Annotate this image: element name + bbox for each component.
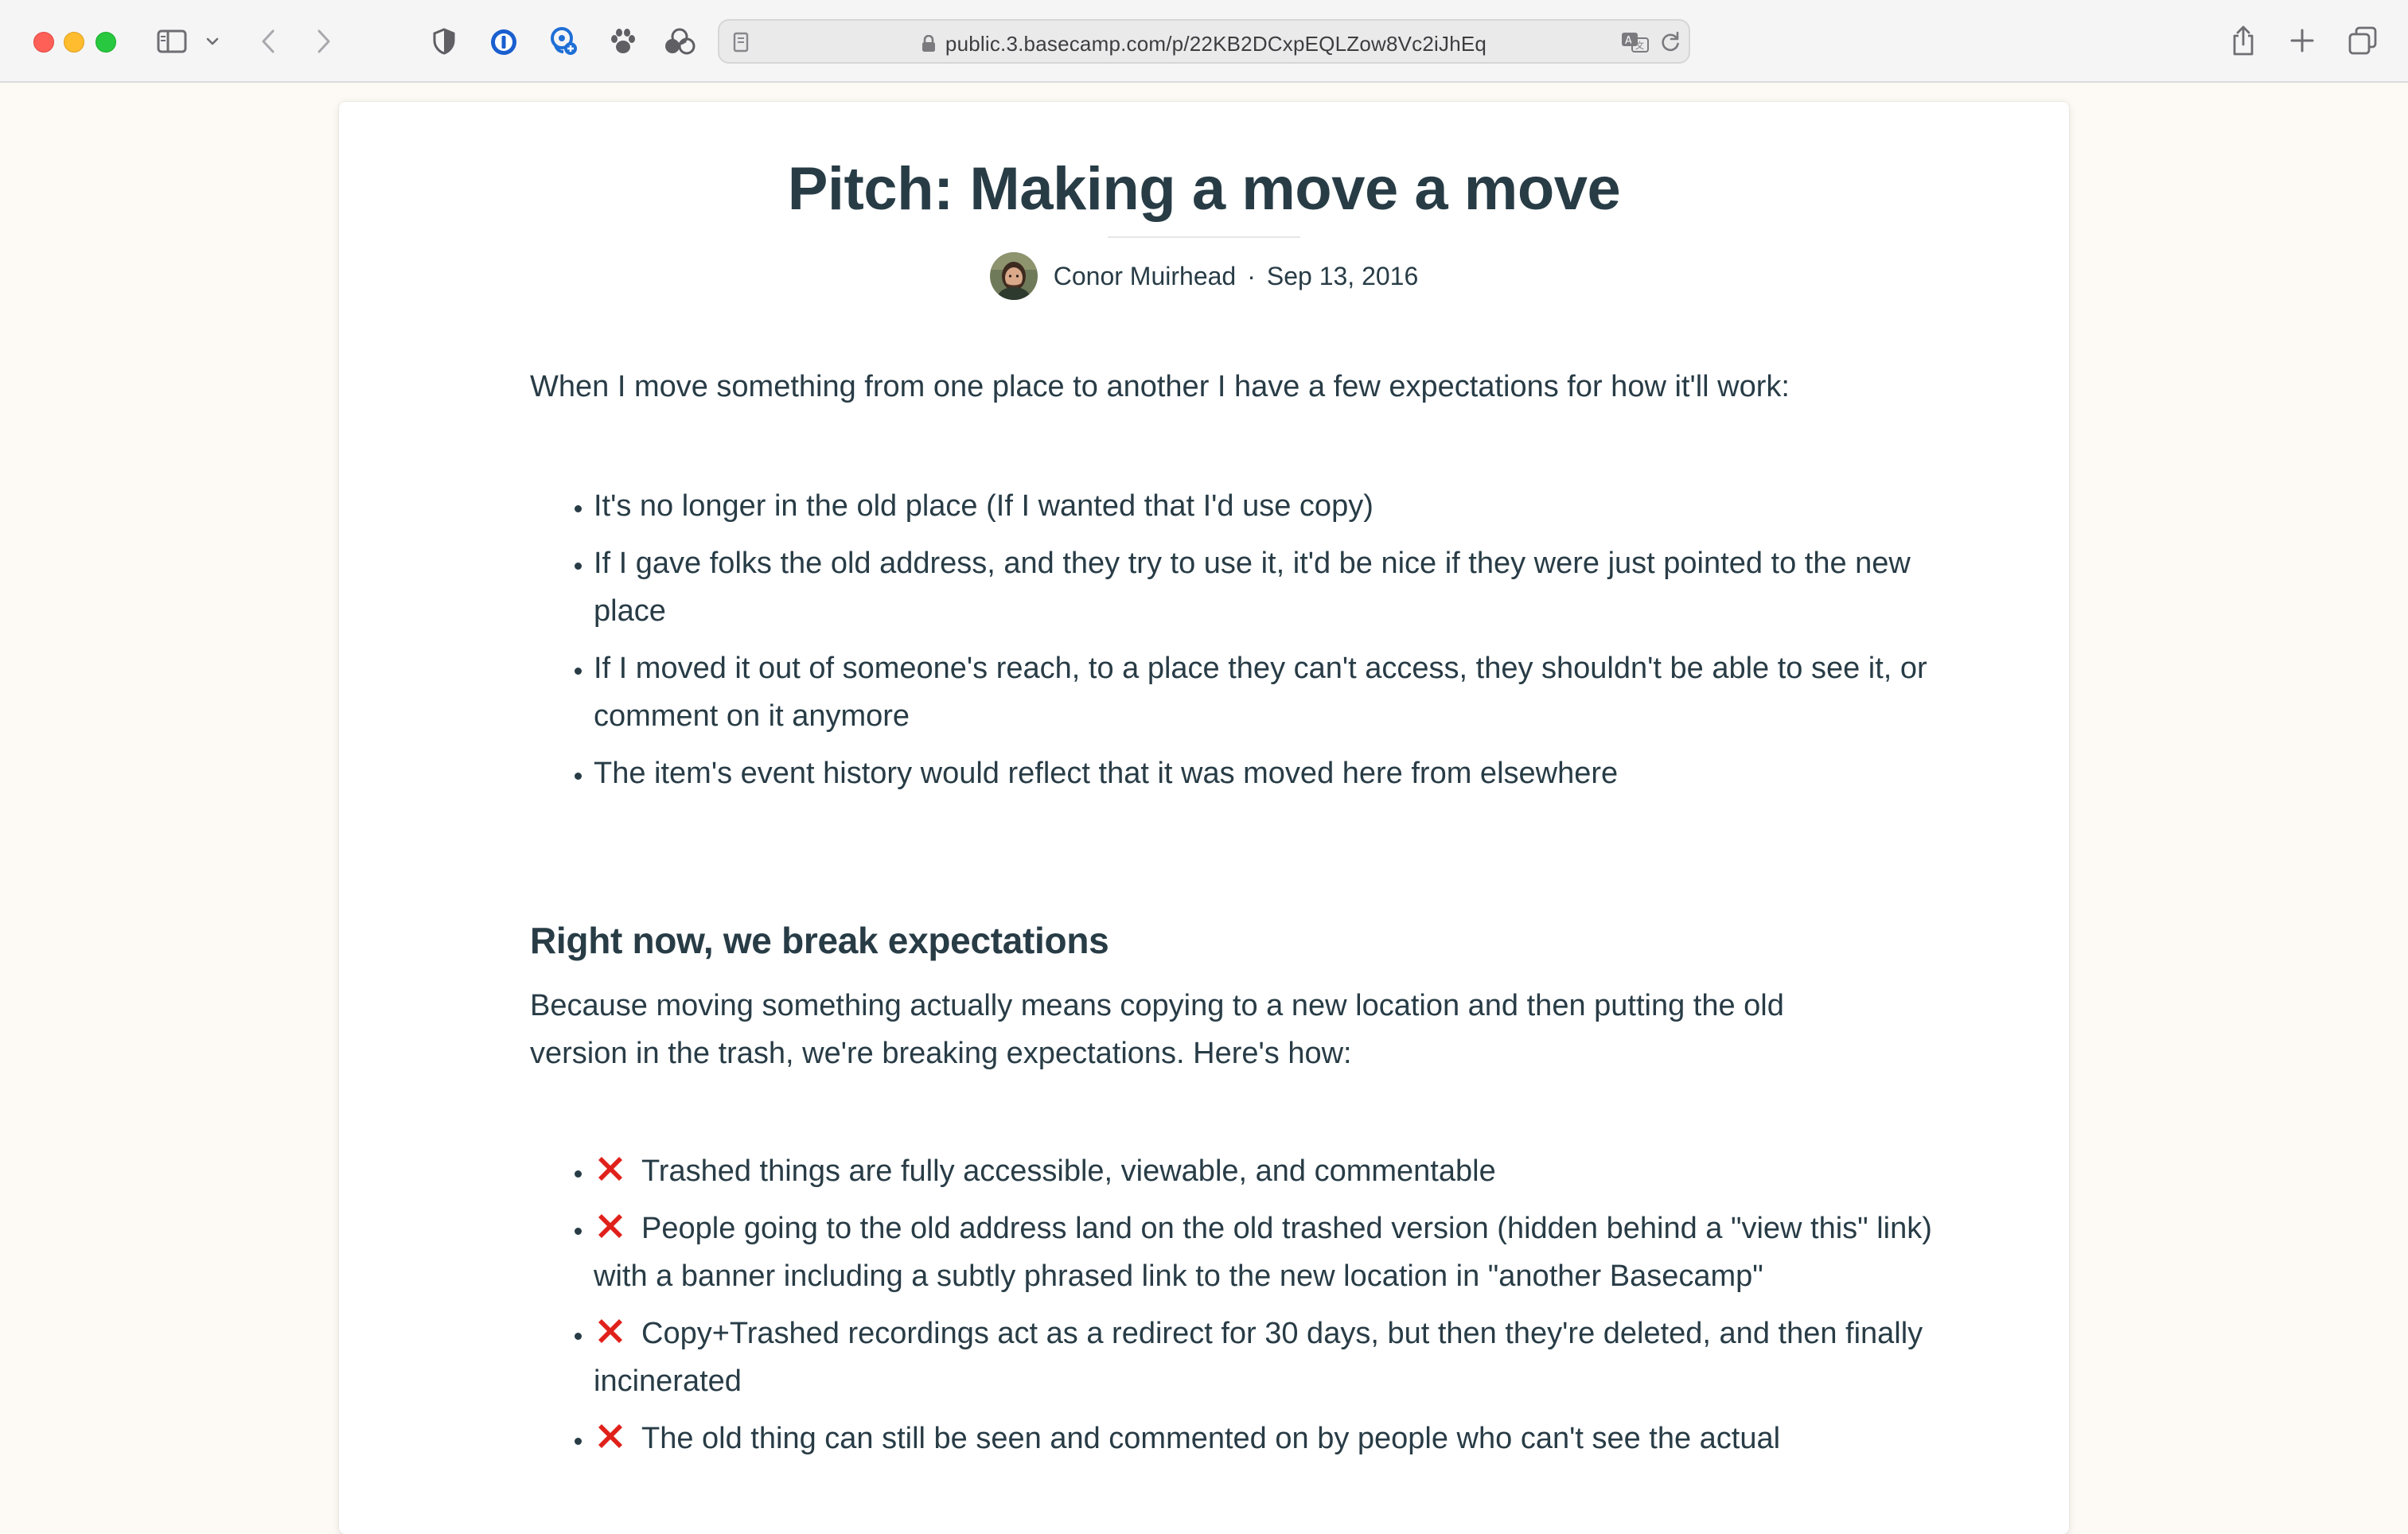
broken-expectations-list: Trashed things are fully accessible, vie… bbox=[530, 1147, 1946, 1472]
cross-mark-icon bbox=[594, 1314, 627, 1348]
extension-icon[interactable] bbox=[547, 25, 579, 57]
lock-icon bbox=[922, 33, 936, 58]
section-paragraph: Because moving something actually means … bbox=[530, 989, 1784, 1070]
new-tab-icon[interactable] bbox=[2289, 27, 2316, 54]
list-item-text: People going to the old address land on … bbox=[594, 1212, 1932, 1293]
cross-mark-icon bbox=[594, 1419, 627, 1453]
reload-icon[interactable] bbox=[1658, 30, 1682, 54]
share-icon[interactable] bbox=[2230, 24, 2257, 57]
cross-mark-icon bbox=[594, 1209, 627, 1243]
password-manager-icon[interactable] bbox=[489, 27, 519, 57]
list-item: The old thing can still be seen and comm… bbox=[594, 1415, 1946, 1462]
shield-icon[interactable] bbox=[430, 27, 458, 56]
close-window-button[interactable] bbox=[33, 32, 54, 53]
list-item: The item's event history would reflect t… bbox=[594, 749, 1946, 797]
list-item: Copy+Trashed recordings act as a redirec… bbox=[594, 1310, 1946, 1405]
author-avatar[interactable] bbox=[989, 252, 1038, 300]
cross-mark-icon bbox=[594, 1152, 627, 1186]
url-text: public.3.basecamp.com/p/22KB2DCxpEQLZow8… bbox=[945, 32, 1487, 56]
tab-overview-icon[interactable] bbox=[2348, 25, 2378, 56]
list-item-text: Trashed things are fully accessible, vie… bbox=[641, 1154, 1496, 1188]
list-item: People going to the old address land on … bbox=[594, 1205, 1946, 1300]
translate-icon[interactable]: A文 bbox=[1620, 30, 1650, 54]
byline-separator: · bbox=[1247, 261, 1256, 290]
section-heading: Right now, we break expectations bbox=[530, 920, 1109, 961]
list-item: Trashed things are fully accessible, vie… bbox=[594, 1147, 1946, 1195]
extension-cluster-icon[interactable] bbox=[664, 27, 696, 56]
publish-date: Sep 13, 2016 bbox=[1266, 261, 1419, 290]
byline: Conor Muirhead · Sep 13, 2016 bbox=[0, 251, 2408, 301]
list-item-text: Copy+Trashed recordings act as a redirec… bbox=[594, 1317, 1923, 1398]
list-item: If I moved it out of someone's reach, to… bbox=[594, 644, 1946, 740]
title-divider bbox=[1108, 236, 1300, 238]
svg-text:A: A bbox=[1625, 35, 1632, 47]
forward-icon[interactable] bbox=[312, 25, 336, 57]
paw-icon[interactable] bbox=[608, 27, 638, 56]
svg-text:文: 文 bbox=[1635, 40, 1644, 51]
zoom-window-button[interactable] bbox=[95, 32, 116, 53]
list-item-text: The old thing can still be seen and comm… bbox=[641, 1422, 1781, 1455]
url-display[interactable]: public.3.basecamp.com/p/22KB2DCxpEQLZow8… bbox=[719, 32, 1689, 58]
back-icon[interactable] bbox=[256, 25, 280, 57]
address-bar[interactable]: public.3.basecamp.com/p/22KB2DCxpEQLZow8… bbox=[718, 19, 1690, 64]
author-name[interactable]: Conor Muirhead bbox=[1054, 262, 1236, 291]
list-item: If I gave folks the old address, and the… bbox=[594, 539, 1946, 635]
minimize-window-button[interactable] bbox=[64, 32, 84, 53]
expectations-list: It's no longer in the old place (If I wa… bbox=[530, 482, 1946, 807]
list-item: It's no longer in the old place (If I wa… bbox=[594, 482, 1946, 530]
sidebar-icon[interactable] bbox=[156, 27, 188, 56]
document-title: Pitch: Making a move a move bbox=[787, 155, 1621, 223]
intro-paragraph: When I move something from one place to … bbox=[530, 370, 1790, 403]
chevron-down-icon[interactable] bbox=[204, 33, 221, 49]
browser-toolbar: public.3.basecamp.com/p/22KB2DCxpEQLZow8… bbox=[0, 0, 2408, 83]
